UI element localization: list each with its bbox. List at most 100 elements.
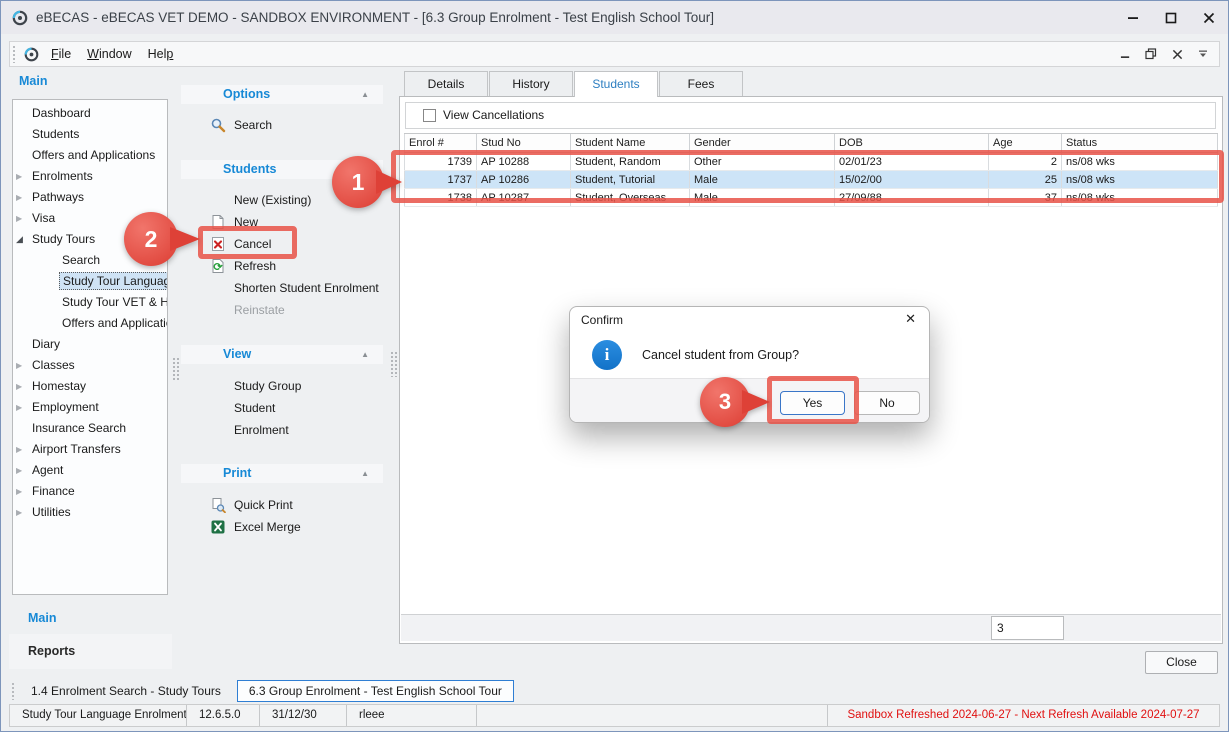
annotation-highlight-yes — [767, 376, 859, 424]
tabbar-grip[interactable] — [11, 682, 16, 700]
window-tab-1-4-enrolment-search-study-tours[interactable]: 1.4 Enrolment Search - Study Tours — [19, 680, 233, 702]
tree-item-label: Diary — [29, 336, 63, 352]
status-spacer — [477, 705, 828, 726]
menu-window[interactable]: Window — [79, 47, 139, 61]
tree-item-utilities[interactable]: ▶Utilities — [13, 502, 167, 523]
tree-item-label: Offers and Applications — [29, 147, 158, 163]
action-label: New (Existing) — [234, 190, 311, 210]
tree-item-airport-transfers[interactable]: ▶Airport Transfers — [13, 439, 167, 460]
nav-pane-title: Main — [19, 74, 47, 88]
view-cancellations-label: View Cancellations — [443, 108, 544, 122]
no-button[interactable]: No — [854, 391, 920, 415]
mdi-close-icon[interactable] — [1169, 46, 1185, 62]
annotation-highlight-cancel — [198, 226, 297, 259]
mdi-minimize-icon[interactable] — [1117, 46, 1133, 62]
action-label: Student — [234, 398, 275, 418]
minimize-icon[interactable] — [1114, 1, 1152, 34]
collapse-arrow-icon[interactable]: ▲ — [361, 464, 369, 483]
tree-item-classes[interactable]: ▶Classes — [13, 355, 167, 376]
collapsed-expander-icon[interactable]: ▶ — [16, 376, 26, 397]
tree-item-offers-and-applications[interactable]: Offers and Applications — [13, 145, 167, 166]
collapsed-expander-icon[interactable]: ▶ — [16, 397, 26, 418]
navigation-pane: Main Dashboard Students Offers and Applica… — [9, 67, 172, 675]
splitter-handle[interactable] — [172, 357, 179, 381]
actions-panel: Options▲SearchStudents▲New (Existing)New… — [181, 67, 391, 642]
collapsed-expander-icon[interactable]: ▶ — [16, 208, 26, 229]
tree-item-label: Dashboard — [29, 105, 94, 121]
tree-item-finance[interactable]: ▶Finance — [13, 481, 167, 502]
menu-items: FileWindowHelp — [43, 42, 181, 66]
tab-students[interactable]: Students — [574, 71, 658, 97]
tab-history[interactable]: History — [489, 71, 573, 96]
splitter-handle[interactable] — [390, 351, 397, 377]
window-title: eBECAS - eBECAS VET DEMO - SANDBOX ENVIR… — [36, 10, 714, 25]
section-title: Students — [223, 162, 276, 176]
action-label: Study Group — [234, 376, 301, 396]
action-label: Quick Print — [234, 495, 293, 515]
view-cancellations-checkbox[interactable] — [423, 109, 436, 122]
tree-item-insurance-search[interactable]: Insurance Search — [13, 418, 167, 439]
nav-section-reports[interactable]: Reports — [9, 634, 172, 669]
tree-item-agent[interactable]: ▶Agent — [13, 460, 167, 481]
tree-item-study-tour-language-e[interactable]: Study Tour Language E — [13, 271, 167, 292]
tree-item-label: Finance — [29, 483, 78, 499]
close-button[interactable]: Close — [1145, 651, 1218, 674]
collapse-arrow-icon[interactable]: ▲ — [361, 85, 369, 104]
tab-details[interactable]: Details — [404, 71, 488, 96]
mdi-restore-icon[interactable] — [1143, 46, 1159, 62]
tree-item-enrolments[interactable]: ▶Enrolments — [13, 166, 167, 187]
collapsed-expander-icon[interactable]: ▶ — [16, 355, 26, 376]
tree-item-label: Offers and Applications — [59, 315, 168, 331]
menubar-grip[interactable] — [12, 45, 17, 63]
quick-print-icon — [210, 497, 226, 513]
tree-item-label: Insurance Search — [29, 420, 129, 436]
menu-help[interactable]: Help — [140, 47, 182, 61]
tree-item-students[interactable]: Students — [13, 124, 167, 145]
expanded-expander-icon[interactable]: ◢ — [16, 229, 26, 250]
maximize-icon[interactable] — [1152, 1, 1190, 34]
tree-item-label: Search — [59, 252, 103, 268]
tab-fees[interactable]: Fees — [659, 71, 743, 96]
tree-item-diary[interactable]: Diary — [13, 334, 167, 355]
tree-item-study-tour-vet-he-er[interactable]: Study Tour VET & HE Er — [13, 292, 167, 313]
info-icon: i — [592, 340, 622, 370]
annotation-highlight-rows — [391, 150, 1224, 203]
nav-footer-sections: MainReports — [9, 602, 172, 669]
collapse-arrow-icon[interactable]: ▲ — [361, 345, 369, 364]
nav-section-main[interactable]: Main — [9, 602, 172, 634]
tree-item-label: Utilities — [29, 504, 74, 520]
section-title: Print — [223, 466, 251, 480]
collapsed-expander-icon[interactable]: ▶ — [16, 187, 26, 208]
tree-item-dashboard[interactable]: Dashboard — [13, 103, 167, 124]
collapsed-expander-icon[interactable]: ▶ — [16, 166, 26, 187]
mdi-app-icon[interactable] — [24, 47, 39, 62]
menu-file[interactable]: File — [43, 47, 79, 61]
tree-item-label: Students — [29, 126, 82, 142]
tree-item-homestay[interactable]: ▶Homestay — [13, 376, 167, 397]
tree-item-offers-and-applications[interactable]: Offers and Applications — [13, 313, 167, 334]
tree-item-label: Study Tours — [29, 231, 98, 247]
tree-item-employment[interactable]: ▶Employment — [13, 397, 167, 418]
dialog-title: Confirm — [570, 307, 929, 333]
collapsed-expander-icon[interactable]: ▶ — [16, 460, 26, 481]
tree-item-pathways[interactable]: ▶Pathways — [13, 187, 167, 208]
tree-item-label: Employment — [29, 399, 102, 415]
tree-item-label: Enrolments — [29, 168, 96, 184]
title-bar: eBECAS - eBECAS VET DEMO - SANDBOX ENVIR… — [1, 1, 1228, 34]
dialog-close-icon[interactable]: ✕ — [905, 311, 916, 327]
collapsed-expander-icon[interactable]: ▶ — [16, 502, 26, 523]
collapsed-expander-icon[interactable]: ▶ — [16, 439, 26, 460]
annotation-step-3-marker: 3 — [700, 377, 750, 427]
mdi-pin-menu-icon[interactable] — [1195, 46, 1211, 62]
action-label: Reinstate — [234, 300, 285, 320]
table-footer: 3 — [401, 614, 1221, 641]
section-header-view: View▲ — [181, 345, 383, 364]
action-label: Refresh — [234, 256, 276, 276]
window-tab-6-3-group-enrolment-test-english-school-tour[interactable]: 6.3 Group Enrolment - Test English Schoo… — [237, 680, 514, 702]
action-label: Shorten Student Enrolment — [234, 278, 379, 298]
status-cell: 31/12/30 — [260, 705, 347, 726]
collapsed-expander-icon[interactable]: ▶ — [16, 481, 26, 502]
search-icon — [210, 117, 226, 133]
close-icon[interactable] — [1190, 1, 1228, 34]
section-header-options: Options▲ — [181, 85, 383, 104]
